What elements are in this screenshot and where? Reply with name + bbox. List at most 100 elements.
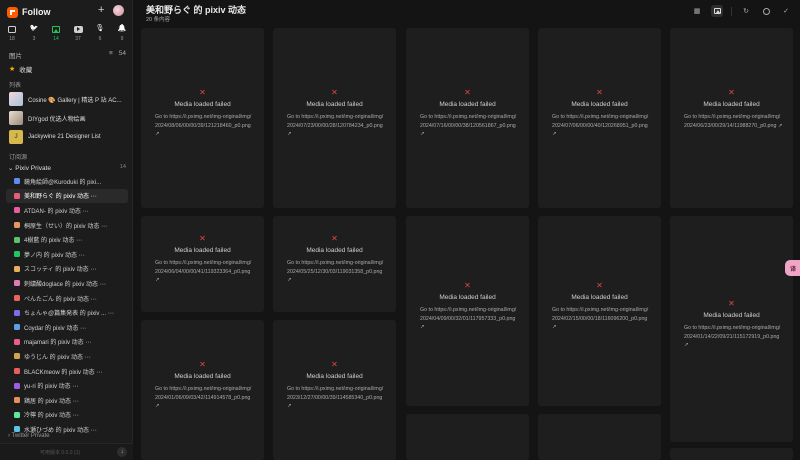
translate-button[interactable]: 译 xyxy=(785,260,800,276)
error-message: Media loaded failed xyxy=(174,373,231,380)
collapse-icon[interactable]: ≡ xyxy=(109,50,113,60)
folder-name: Pixiv Private xyxy=(15,165,52,172)
error-icon: ✕ xyxy=(464,88,471,97)
subscriptions-label: 订阅源 xyxy=(9,155,28,161)
error-icon: ✕ xyxy=(331,360,338,369)
media-card[interactable]: ✕ Media loaded failed Go to https://i.pxim… xyxy=(141,28,264,208)
feed-item[interactable]: ATDAN- 的 pixiv 动态 ⋯ xyxy=(6,203,128,218)
feed-item[interactable]: ちょんゃ@篇集発表 的 pixiv ... ⋯ xyxy=(6,305,128,320)
view-tab[interactable]: 🔔 9 xyxy=(114,25,130,47)
media-card[interactable] xyxy=(538,414,661,460)
feed-name: majamari 的 pixiv 动态 ⋯ xyxy=(24,340,92,347)
feed-item[interactable]: 冷檸 的 pixiv 动态 ⋯ xyxy=(6,408,128,423)
unread-filter-icon[interactable] xyxy=(760,5,772,17)
error-icon: ✕ xyxy=(199,234,206,243)
media-card[interactable] xyxy=(406,414,529,460)
original-media-link[interactable]: Go to https://i.pximg.net/img-original/i… xyxy=(420,113,519,139)
avatar[interactable] xyxy=(113,5,124,16)
feed-name: ATDAN- 的 pixiv 动态 ⋯ xyxy=(24,208,89,215)
error-icon: ✕ xyxy=(331,234,338,243)
refresh-icon[interactable]: ↻ xyxy=(740,5,752,17)
media-card[interactable]: ✕ Media loaded failed Go to https://i.pxim… xyxy=(273,28,396,208)
feed-item[interactable]: 美和野らぐ 的 pixiv 动态 ⋯ xyxy=(6,188,128,204)
media-card[interactable]: ✕ Media loaded failed Go to https://i.pxim… xyxy=(141,320,264,460)
feed-icon xyxy=(14,397,20,404)
original-media-link[interactable]: Go to https://i.pximg.net/img-original/i… xyxy=(684,324,783,350)
original-media-link[interactable]: Go to https://i.pximg.net/img-original/i… xyxy=(155,385,254,411)
list-item-name: Cosine 🎨 Gallery | 精选 P 站 AC... xyxy=(28,97,122,104)
feed-item[interactable]: Coydar 的 pixiv 动态 ⋯ xyxy=(6,320,128,335)
image-view-icon[interactable] xyxy=(711,5,723,17)
feed-item[interactable]: BLACKmeow 的 pixiv 动态 ⋯ xyxy=(6,364,128,379)
original-media-link[interactable]: Go to https://i.pximg.net/img-original/i… xyxy=(287,259,386,285)
media-card[interactable]: ✕ Media loaded failed Go to https://i.pxim… xyxy=(538,28,661,208)
media-card[interactable]: ✕ Media loaded failed Go to https://i.pxim… xyxy=(670,216,793,442)
error-message: Media loaded failed xyxy=(306,247,363,254)
feed-item[interactable]: スコッティ 的 pixiv 动态 ⋯ xyxy=(6,262,128,277)
grid-view-icon[interactable]: ▦ xyxy=(691,5,703,17)
list-item[interactable]: J Jackywine 21 Designer List xyxy=(9,130,129,144)
feed-item[interactable]: 夢ノ内 的 pixiv 动态 ⋯ xyxy=(6,247,128,262)
view-tab[interactable]: 37 xyxy=(70,25,86,47)
view-tab[interactable]: 14 xyxy=(48,25,64,47)
feed-icon xyxy=(14,236,20,243)
original-media-link[interactable]: Go to https://i.pximg.net/img-original/i… xyxy=(287,385,386,411)
view-count: 3 xyxy=(32,36,36,42)
original-media-link[interactable]: Go to https://i.pximg.net/img-original/i… xyxy=(552,113,651,139)
view-switcher: 18 🐦 3 14 37 🎙 6 🔔 9 xyxy=(4,25,130,47)
media-card[interactable]: ✕ Media loaded failed Go to https://i.pxim… xyxy=(670,28,793,208)
error-message: Media loaded failed xyxy=(571,294,628,301)
feed-item[interactable]: 鶏居 的 pixiv 动态 ⋯ xyxy=(6,393,128,408)
feed-item[interactable]: ゆうじん 的 pixiv 动态 ⋯ xyxy=(6,349,128,364)
media-card[interactable]: ✕ Media loaded failed Go to https://i.pxim… xyxy=(273,216,396,312)
folder-pixiv-private[interactable]: ⌄ Pixiv Private 14 xyxy=(8,164,126,172)
main-content: 美和野らぐ 的 pixiv 动态 20 条内容 ▦ ↻ ✓ ✕ Media loa… xyxy=(134,0,800,460)
feed-icon xyxy=(14,368,20,375)
feed-icon xyxy=(14,251,20,258)
media-card[interactable]: ✕ Media loaded failed Go to https://i.pxim… xyxy=(406,216,529,406)
feed-item[interactable]: majamari 的 pixiv 动态 ⋯ xyxy=(6,335,128,350)
original-media-link[interactable]: Go to https://i.pximg.net/img-original/i… xyxy=(420,306,519,332)
list-item[interactable]: DIYgod 优选人物绘画 xyxy=(9,111,129,125)
media-card[interactable]: ✕ Media loaded failed Go to https://i.pxim… xyxy=(538,216,661,406)
feed-name: ちょんゃ@篇集発表 的 pixiv ... ⋯ xyxy=(24,311,114,318)
unread-count: 54 xyxy=(118,50,126,57)
folder-twitter-private[interactable]: › Twitter Private xyxy=(8,433,50,439)
error-icon: ✕ xyxy=(596,88,603,97)
add-icon[interactable]: + xyxy=(98,5,104,16)
original-media-link[interactable]: Go to https://i.pximg.net/img-original/i… xyxy=(684,113,783,130)
twitter-icon: 🐦 xyxy=(29,25,39,32)
feed-name: 鏡角絵師@Kuroduki 的 pixi... xyxy=(24,179,102,186)
media-card[interactable]: ✕ Media loaded failed Go to https://i.pxim… xyxy=(273,320,396,460)
media-card[interactable]: ✕ Media loaded failed Go to https://i.pxim… xyxy=(141,216,264,312)
view-count: 37 xyxy=(75,36,81,42)
feed-icon xyxy=(14,265,20,272)
media-card[interactable] xyxy=(670,448,793,460)
feed-name: 鶏居 的 pixiv 动态 ⋯ xyxy=(24,398,79,405)
list-item[interactable]: Cosine 🎨 Gallery | 精选 P 站 AC... xyxy=(9,92,129,106)
error-icon: ✕ xyxy=(728,299,735,308)
view-tab[interactable]: 18 xyxy=(4,25,20,47)
original-media-link[interactable]: Go to https://i.pximg.net/img-original/i… xyxy=(552,306,651,332)
download-icon[interactable]: ↓ xyxy=(117,447,127,457)
original-media-link[interactable]: Go to https://i.pximg.net/img-original/i… xyxy=(155,259,254,285)
feed-item[interactable]: 鏡角絵師@Kuroduki 的 pixi... xyxy=(6,174,128,189)
original-media-link[interactable]: Go to https://i.pximg.net/img-original/i… xyxy=(287,113,386,139)
feed-item[interactable]: yu-ri 的 pixiv 动态 ⋯ xyxy=(6,378,128,393)
view-tab[interactable]: 🐦 3 xyxy=(26,25,42,47)
favorites-item[interactable]: ★ 收藏 xyxy=(9,64,32,74)
media-card[interactable]: ✕ Media loaded failed Go to https://i.pxim… xyxy=(406,28,529,208)
article-icon xyxy=(8,25,17,33)
feed-item[interactable]: 刺繍酸doglace 的 pixiv 动态 ⋯ xyxy=(6,276,128,291)
view-count: 6 xyxy=(98,36,102,42)
feed-list: 鏡角絵師@Kuroduki 的 pixi... 美和野らぐ 的 pixiv 动态 … xyxy=(6,174,128,437)
original-media-link[interactable]: Go to https://i.pximg.net/img-original/i… xyxy=(155,113,254,139)
feed-item[interactable]: ぺんたごん 的 pixiv 动态 ⋯ xyxy=(6,291,128,306)
view-count: 18 xyxy=(9,36,15,42)
view-tab[interactable]: 🎙 6 xyxy=(92,25,108,47)
mark-all-read-icon[interactable]: ✓ xyxy=(780,5,792,17)
list-item-name: Jackywine 21 Designer List xyxy=(28,134,101,140)
feed-item[interactable]: 4樹藍 的 pixiv 动态 ⋯ xyxy=(6,232,128,247)
brand[interactable]: Follow xyxy=(7,5,51,19)
feed-item[interactable]: 桐原生（せい）的 pixiv 动态 ⋯ xyxy=(6,218,128,233)
